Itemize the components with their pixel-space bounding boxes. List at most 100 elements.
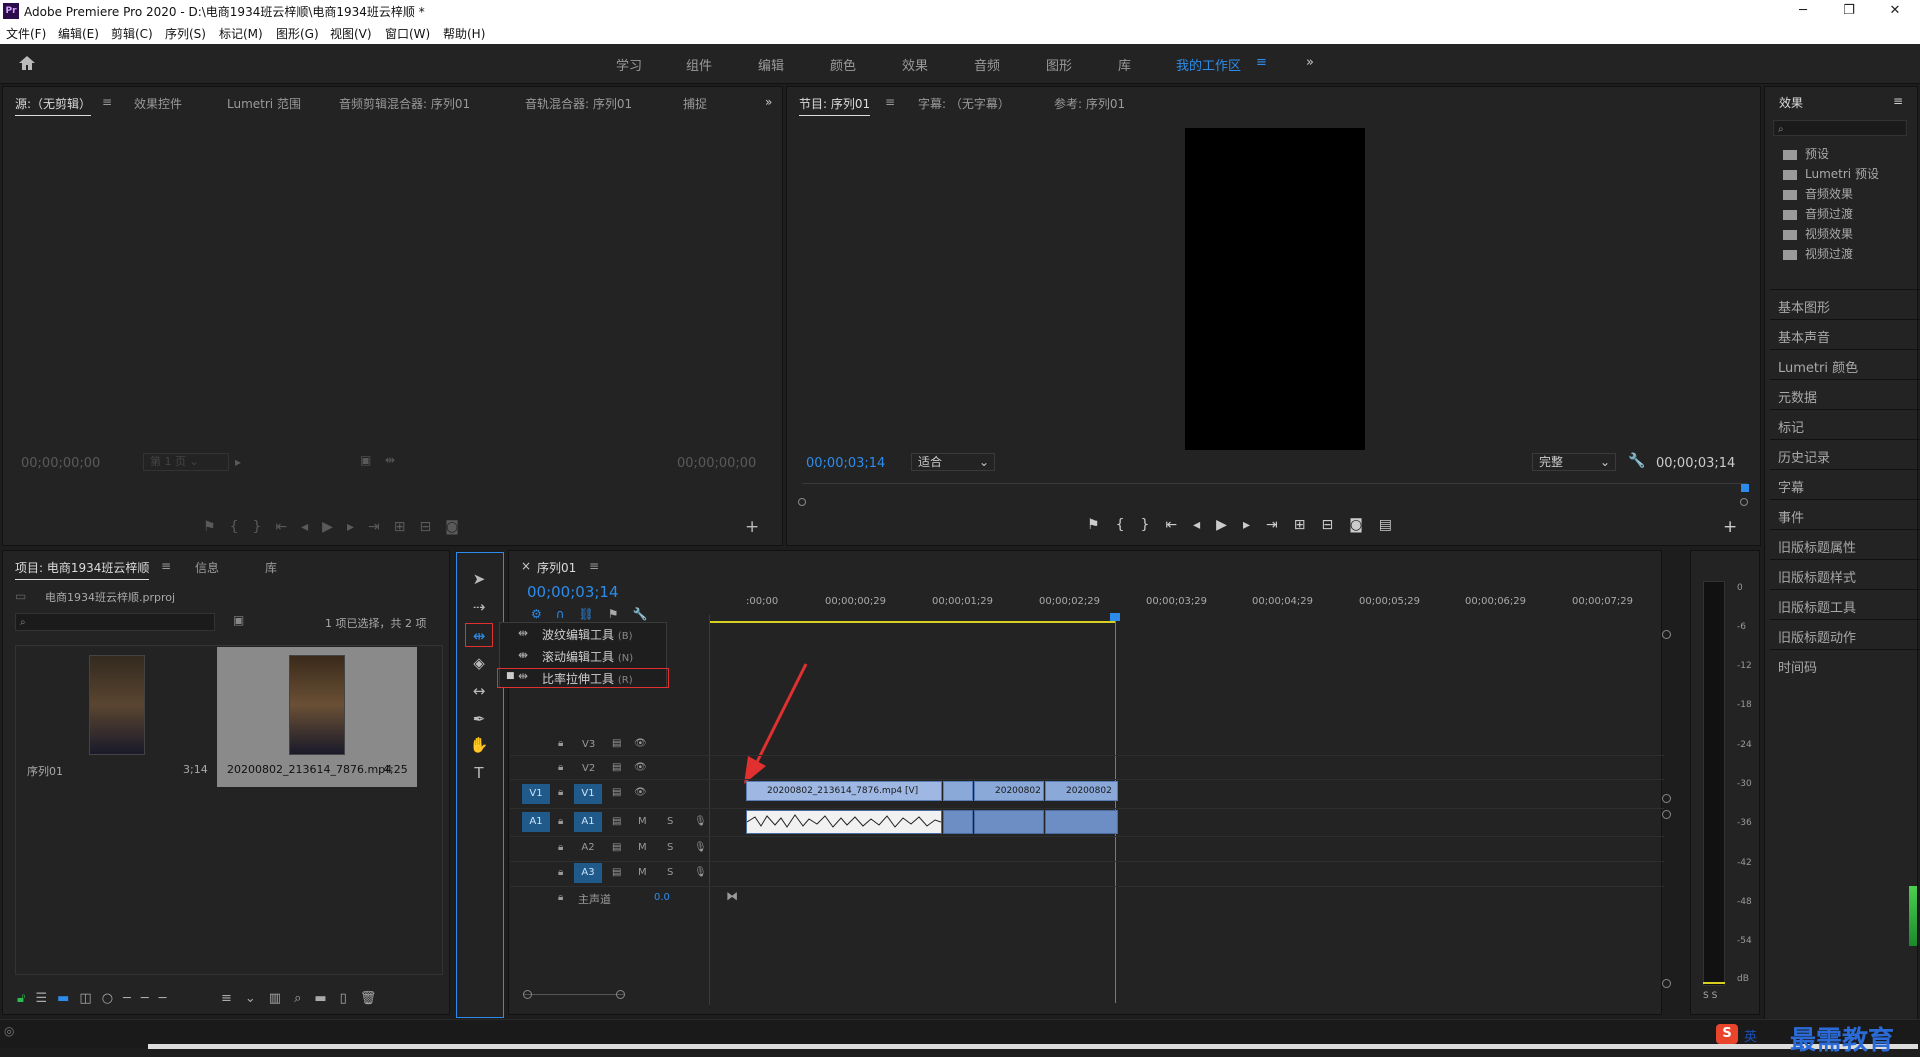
menu-edit[interactable]: 编辑(E) (58, 25, 99, 42)
panel-legacy-title-properties[interactable]: 旧版标题属性 (1770, 529, 1920, 559)
go-to-in-icon[interactable]: ⇤ (1165, 517, 1193, 533)
workspace-learn[interactable]: 学习 (616, 55, 642, 74)
close-button[interactable]: ✕ (1872, 0, 1918, 22)
tab-audio-clip-mixer[interactable]: 音频剪辑混合器: 序列01 (339, 95, 470, 112)
tab-reference[interactable]: 参考: 序列01 (1054, 95, 1125, 112)
linked-icon[interactable]: ⛓ (579, 607, 608, 621)
playhead-head[interactable] (1110, 613, 1120, 621)
step-forward-icon[interactable]: ▸ (1243, 517, 1266, 533)
effects-folder-video-effects[interactable]: 视频效果 (1783, 225, 1853, 242)
tab-audio-track-mixer[interactable]: 音轨混合器: 序列01 (525, 95, 632, 112)
tab-project-menu-icon[interactable]: ≡ (161, 559, 171, 573)
add-marker-icon[interactable]: ⚑ (1087, 517, 1116, 533)
eye-icon[interactable]: 👁︎ (634, 738, 647, 749)
track-sync-icon[interactable]: ▤ (612, 816, 621, 827)
timeline-timecode[interactable]: 00;00;03;14 (527, 583, 619, 601)
vertical-scroll-handle[interactable] (1662, 794, 1671, 803)
panel-legacy-title-styles[interactable]: 旧版标题样式 (1770, 559, 1920, 589)
menu-sequence[interactable]: 序列(S) (165, 25, 206, 42)
track-lock-icon[interactable]: 🔒︎ (558, 738, 563, 749)
tab-effect-controls[interactable]: 效果控件 (134, 95, 182, 112)
source-step-fwd-icon[interactable]: ▸ (347, 519, 368, 535)
sort-icon[interactable]: ≡⌄ (221, 991, 269, 1006)
sequence-thumbnail[interactable] (89, 655, 145, 755)
type-tool-icon[interactable]: T (465, 761, 493, 785)
sogou-ime-icon[interactable]: S (1716, 1024, 1738, 1044)
effects-search-input[interactable]: ⌕ (1773, 120, 1907, 136)
workspace-libraries[interactable]: 库 (1118, 55, 1131, 74)
lift-icon[interactable]: ⊞ (1294, 517, 1322, 533)
tab-source[interactable]: 源:（无剪辑） (15, 95, 92, 116)
panel-essential-sound[interactable]: 基本声音 (1770, 319, 1920, 349)
source-patch-a1[interactable]: A1 (522, 812, 550, 832)
master-go-icon[interactable]: ⧓ (726, 889, 738, 903)
pen-tool-icon[interactable]: ✒ (465, 707, 493, 731)
workspace-graphics[interactable]: 图形 (1046, 55, 1072, 74)
lock-icon[interactable]: 🔓︎ (17, 991, 35, 1006)
panel-lumetri-color[interactable]: Lumetri 颜色 (1770, 349, 1920, 379)
menu-help[interactable]: 帮助(H) (443, 25, 485, 42)
panel-legacy-title-tools[interactable]: 旧版标题工具 (1770, 589, 1920, 619)
menu-item-rate-stretch[interactable]: 比率拉伸工具 (R) (542, 670, 633, 687)
tab-lumetri-scopes[interactable]: Lumetri 范围 (227, 95, 301, 112)
eye-icon[interactable]: 👁︎ (634, 787, 647, 798)
track-label-a2[interactable]: A2 (574, 838, 602, 858)
source-insert-icon[interactable]: ⊞ (394, 519, 420, 535)
program-add-button[interactable]: + (1723, 517, 1737, 537)
workspace-my[interactable]: 我的工作区 (1176, 55, 1241, 74)
razor-tool-icon[interactable]: ◈ (465, 651, 493, 675)
new-item-icon[interactable]: ▯ (340, 991, 360, 1006)
source-play-icon[interactable]: ▶ (322, 519, 347, 535)
panel-events[interactable]: 事件 (1770, 499, 1920, 529)
workspace-editing[interactable]: 编辑 (758, 55, 784, 74)
effects-folder-video-transitions[interactable]: 视频过渡 (1783, 245, 1853, 262)
step-back-icon[interactable]: ◂ (1193, 517, 1216, 533)
menu-file[interactable]: 文件(F) (6, 25, 46, 42)
settings-wrench-icon[interactable]: 🔧 (633, 607, 662, 621)
zoom-slider[interactable]: ○─── (102, 991, 177, 1006)
audio-clip[interactable] (1045, 810, 1118, 834)
playhead-marker[interactable] (1741, 484, 1749, 492)
microphone-icon[interactable]: 🎙︎ (694, 842, 707, 853)
scroll-handle-right[interactable] (616, 990, 625, 999)
workspace-assembly[interactable]: 组件 (686, 55, 712, 74)
wrench-icon[interactable]: 🔧 (1628, 453, 1645, 469)
mute-button[interactable]: M (638, 842, 647, 853)
master-volume-value[interactable]: 0.0 (654, 892, 670, 903)
effects-folder-audio-transitions[interactable]: 音频过渡 (1783, 205, 1853, 222)
effects-folder-presets[interactable]: 预设 (1783, 145, 1829, 162)
workspace-color[interactable]: 颜色 (830, 55, 856, 74)
track-lock-icon[interactable]: 🔒︎ (558, 787, 563, 798)
mute-button[interactable]: M (638, 816, 647, 827)
track-sync-icon[interactable]: ▤ (612, 738, 621, 749)
track-sync-icon[interactable]: ▤ (612, 762, 621, 773)
zoom-handle-right[interactable] (1740, 498, 1748, 506)
source-marker-icon[interactable]: ⚑ (203, 519, 230, 535)
close-tab-icon[interactable]: × (521, 559, 531, 573)
trash-icon[interactable]: 🗑︎ (360, 991, 390, 1006)
track-label-a1[interactable]: A1 (574, 812, 602, 832)
home-icon[interactable] (18, 55, 36, 71)
play-icon[interactable]: ▶ (1216, 517, 1243, 533)
timeline-horizontal-scrollbar[interactable] (524, 994, 624, 995)
video-clip[interactable]: 20200802_213614_7876.mp4 [V] (746, 781, 942, 801)
meter-solo-buttons[interactable]: S S (1703, 991, 1717, 1001)
zoom-handle-left[interactable] (798, 498, 806, 506)
camera-icon[interactable]: ◙ (1349, 517, 1379, 533)
video-clip[interactable]: 20200802 (1045, 781, 1118, 801)
fit-select[interactable]: 适合 ⌄ (911, 453, 995, 471)
audio-clip[interactable] (943, 810, 973, 834)
track-label-v1[interactable]: V1 (574, 784, 602, 804)
icon-view-icon[interactable]: ▬ (57, 991, 79, 1006)
workspace-effects[interactable]: 效果 (902, 55, 928, 74)
solo-button[interactable]: S (667, 867, 673, 878)
freeform-view-icon[interactable]: ◫ (79, 991, 101, 1006)
program-timecode-left[interactable]: 00;00;03;14 (806, 456, 885, 471)
tab-captions[interactable]: 字幕: （无字幕） (918, 95, 1010, 112)
source-camera-icon[interactable]: ◙ (445, 519, 473, 535)
menu-graphics[interactable]: 图形(G) (276, 25, 319, 42)
tab-sequence[interactable]: 序列01 (537, 559, 576, 576)
workspace-more-icon[interactable]: » (1306, 55, 1314, 70)
video-clip[interactable]: 20200802 (974, 781, 1044, 801)
source-page-select[interactable]: 第 1 页 ⌄ (143, 453, 229, 471)
